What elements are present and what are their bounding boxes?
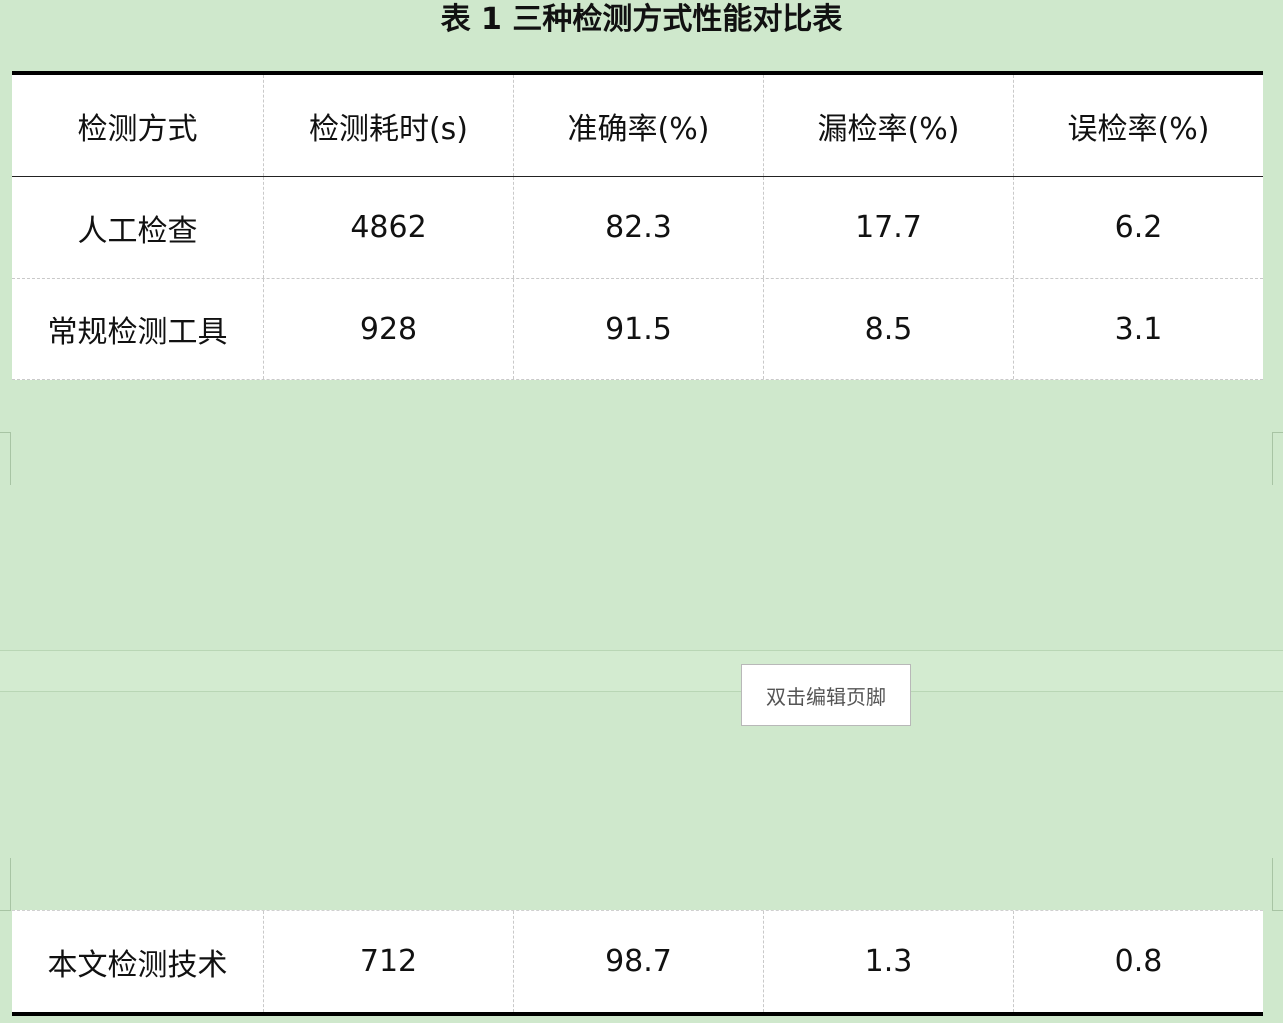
edit-footer-button[interactable]: 双击编辑页脚 [741,664,911,726]
table-cell[interactable]: 本文检测技术 [12,911,263,1012]
table-row: 人工检查 4862 82.3 17.7 6.2 [12,177,1263,278]
page-margin-marker [0,858,11,911]
header-cell-miss-rate[interactable]: 漏检率(%) [763,75,1013,176]
page-margin-marker [1272,432,1283,485]
page-margin-marker [0,432,11,485]
table-cell[interactable]: 6.2 [1013,177,1263,278]
table-cell[interactable]: 8.5 [763,279,1013,379]
page-break-line [0,691,1283,692]
header-cell-false-rate[interactable]: 误检率(%) [1013,75,1263,176]
table-cell[interactable]: 4862 [263,177,513,278]
header-cell-accuracy[interactable]: 准确率(%) [513,75,763,176]
page-break-line [0,650,1283,651]
comparison-table-page-2: 本文检测技术 712 98.7 1.3 0.8 [12,910,1263,1016]
page-break-gap [0,651,1283,691]
table-cell[interactable]: 1.3 [763,911,1013,1012]
table-cell[interactable]: 人工检查 [12,177,263,278]
comparison-table-page-1: 检测方式 检测耗时(s) 准确率(%) 漏检率(%) 误检率(%) 人工检查 4… [12,71,1263,380]
table-cell[interactable]: 928 [263,279,513,379]
table-row: 常规检测工具 928 91.5 8.5 3.1 [12,278,1263,379]
table-cell[interactable]: 98.7 [513,911,763,1012]
page-margin-marker [1272,858,1283,911]
table-cell[interactable]: 17.7 [763,177,1013,278]
table-row: 本文检测技术 712 98.7 1.3 0.8 [12,911,1263,1012]
header-cell-time[interactable]: 检测耗时(s) [263,75,513,176]
table-cell[interactable]: 82.3 [513,177,763,278]
table-header-row: 检测方式 检测耗时(s) 准确率(%) 漏检率(%) 误检率(%) [12,75,1263,177]
header-cell-method[interactable]: 检测方式 [12,75,263,176]
table-cell[interactable]: 3.1 [1013,279,1263,379]
table-caption: 表 1 三种检测方式性能对比表 [440,2,843,37]
table-cell[interactable]: 0.8 [1013,911,1263,1012]
table-cell[interactable]: 常规检测工具 [12,279,263,379]
table-cell[interactable]: 91.5 [513,279,763,379]
table-cell[interactable]: 712 [263,911,513,1012]
